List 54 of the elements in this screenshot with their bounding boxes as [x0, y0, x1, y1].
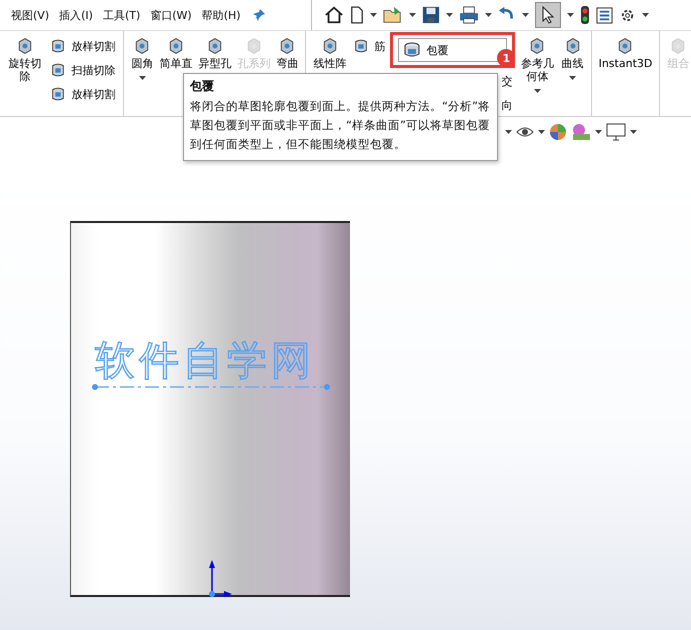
folder-icon[interactable] [383, 5, 403, 25]
caret-icon[interactable] [538, 130, 545, 134]
part-icon [50, 62, 66, 78]
caret-icon[interactable] [446, 13, 453, 17]
cylinder-icon [403, 42, 422, 58]
select-button[interactable] [535, 2, 561, 28]
ribbon-button[interactable]: 线性阵 [311, 35, 348, 72]
menu-item[interactable]: 窗口(W) [145, 8, 197, 22]
part-icon [50, 86, 66, 102]
sketch-text: 软件自学网 [95, 341, 315, 381]
caret-icon[interactable] [567, 13, 574, 17]
caret-icon[interactable] [138, 76, 146, 80]
pin-icon[interactable] [252, 8, 266, 22]
caret-icon[interactable] [595, 130, 602, 134]
menu-item[interactable]: 视图(V) [6, 8, 54, 22]
color-sphere-icon[interactable] [549, 123, 567, 141]
home-icon[interactable] [324, 5, 344, 25]
tooltip-text: 将闭合的草图轮廓包覆到面上。提供两种方法。“分析”将草图包覆到平面或非平面上，“样条曲面”可以将草图包覆到任何面类型上，但不能围绕模型包覆。 [190, 98, 491, 153]
tooltip-title: 包覆 [190, 78, 215, 95]
caret-icon[interactable] [485, 13, 492, 17]
printer-icon[interactable] [459, 6, 479, 24]
caret-icon[interactable] [370, 13, 377, 17]
ribbon-button[interactable]: 筋 [350, 35, 388, 57]
monitor-icon[interactable] [606, 123, 626, 141]
part-icon [50, 38, 66, 54]
menu-item[interactable]: 帮助(H) [196, 8, 246, 22]
save-icon[interactable] [422, 6, 440, 24]
ribbon-button[interactable]: 参考几何体 [517, 35, 558, 86]
eye-icon[interactable] [516, 125, 534, 139]
caret-icon[interactable] [409, 13, 416, 17]
caret-icon[interactable] [569, 76, 576, 80]
menu-item[interactable]: 插入(I) [54, 8, 98, 22]
ribbon-button[interactable]: 弯曲 [274, 35, 300, 72]
ribbon-button[interactable]: 异型孔 [196, 35, 234, 72]
axis-triad-icon [206, 560, 232, 600]
ribbon-button[interactable]: 简单直 [157, 35, 194, 72]
caret-icon[interactable] [522, 13, 529, 17]
ribbon-button[interactable]: 放样切割 [47, 35, 118, 57]
caret-icon[interactable] [534, 89, 541, 94]
list-icon[interactable] [596, 6, 613, 24]
ribbon-button[interactable]: 旋转切除 [5, 35, 46, 86]
pointer-icon [541, 6, 555, 24]
ribbon-button[interactable]: 扫描切除 [47, 59, 118, 81]
caret-icon[interactable] [642, 13, 649, 17]
caret-icon[interactable] [630, 130, 637, 134]
part-icon [353, 38, 370, 54]
caret-icon[interactable] [505, 130, 512, 134]
menu-item[interactable]: 工具(T) [98, 8, 146, 22]
traffic-light-icon[interactable] [580, 5, 590, 25]
ribbon-button[interactable]: 圆角 [129, 35, 156, 72]
new-document-icon[interactable] [350, 5, 364, 25]
ribbon-button[interactable]: 曲线 [560, 35, 586, 72]
ribbon-button[interactable]: Instant3D [596, 35, 654, 72]
ribbon-button[interactable]: 放样切割 [47, 83, 118, 105]
